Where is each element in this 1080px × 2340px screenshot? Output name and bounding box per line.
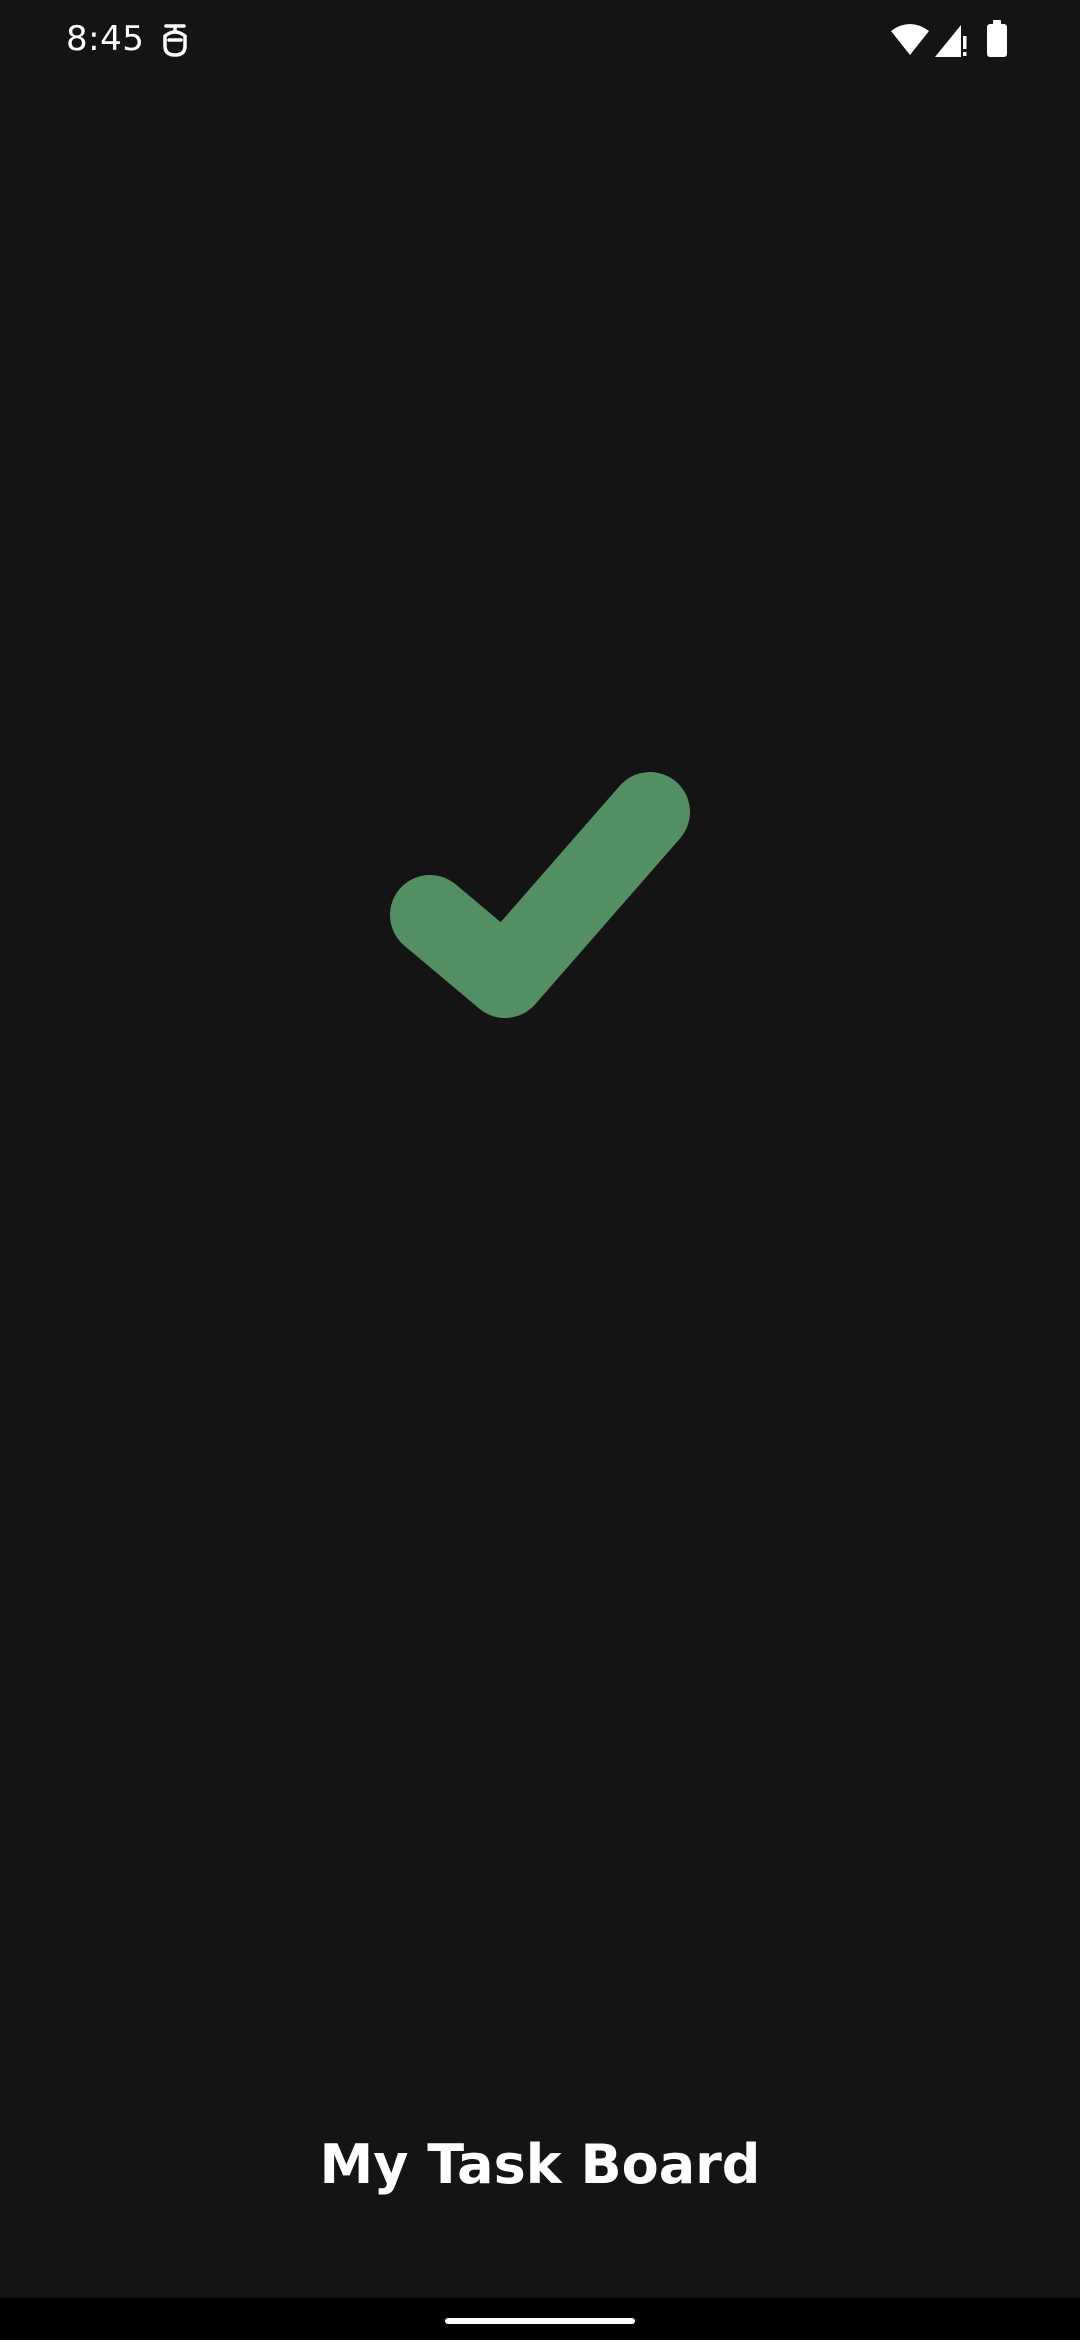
navigation-bar [0, 2298, 1080, 2340]
wifi-icon [891, 24, 929, 55]
notification-app-icon [163, 24, 187, 57]
splash-screen: 8:45 My Task Board [0, 0, 1080, 2340]
status-bar: 8:45 [0, 0, 1080, 80]
checkmark-icon [390, 772, 690, 1018]
status-time: 8:45 [66, 19, 145, 59]
battery-icon [987, 20, 1007, 57]
gesture-handle[interactable] [445, 2318, 635, 2324]
cellular-signal-icon [935, 25, 967, 57]
app-title: My Task Board [319, 2133, 761, 2196]
